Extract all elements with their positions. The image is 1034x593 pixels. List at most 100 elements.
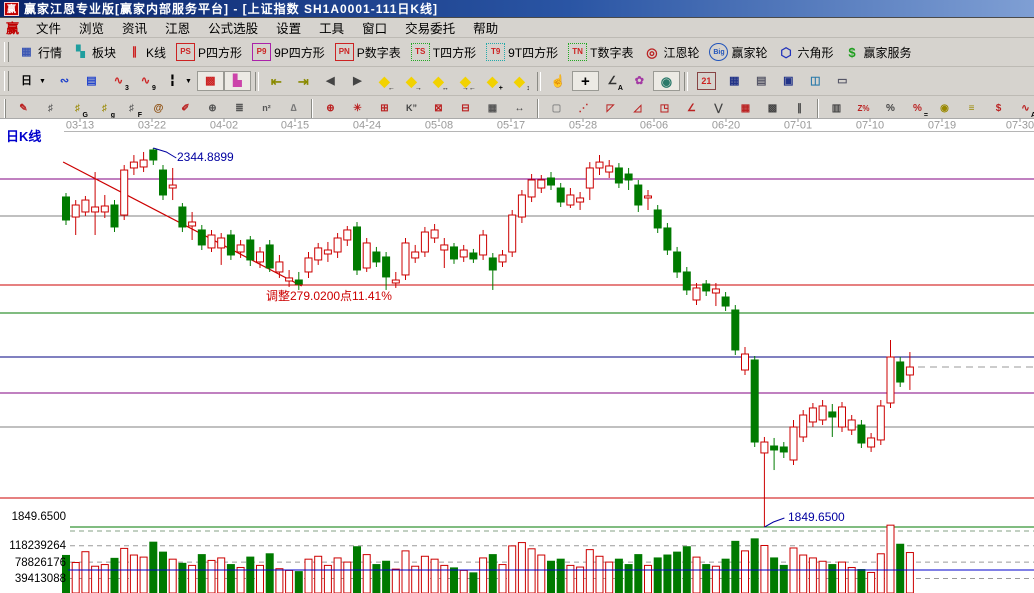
target-tool[interactable]: ⊕ (317, 99, 344, 118)
crosshair-button[interactable]: + (572, 71, 599, 91)
last-bar-button[interactable]: ⇥ (290, 71, 317, 91)
wave-3-button[interactable]: ∿3 (105, 71, 132, 91)
kline-chart-area[interactable]: 03-1303-2204-0204-1504-2405-0805-1705-28… (0, 118, 1034, 593)
first-bar-button[interactable]: ⇤ (263, 71, 290, 91)
volume-bar (557, 559, 564, 593)
shift-left-button[interactable]: ◆← (371, 71, 398, 91)
toolbar-grip[interactable] (4, 42, 9, 62)
k-note-tool[interactable]: K” (398, 99, 425, 118)
menu-item-文件[interactable]: 文件 (27, 17, 70, 38)
zoom-in-h-button[interactable]: ◆→← (452, 71, 479, 91)
indicator-list-button[interactable]: ▤ (78, 71, 105, 91)
menu-item-工具[interactable]: 工具 (310, 17, 353, 38)
calculator-button[interactable]: ▦ (721, 71, 748, 91)
chart-layout-button[interactable]: ∾ (51, 71, 78, 91)
p-number-button[interactable]: PNP数字表 (330, 41, 406, 63)
win-grid-tool[interactable]: ⊟ (452, 99, 479, 118)
toolbar-grip[interactable] (4, 99, 6, 119)
fan-box2-tool[interactable]: ◿ (624, 99, 651, 118)
angle-lines-tool[interactable]: ∠ (678, 99, 705, 118)
percent-tool[interactable]: % (877, 99, 904, 118)
window-title: 赢家江恩专业版[赢家内部服务平台] - [上证指数 SH1A0001-111日K… (24, 0, 438, 17)
gann-flower-button[interactable]: ✿ (626, 71, 653, 91)
fan-lines-tool[interactable]: ⋰ (570, 99, 597, 118)
shift-right-button[interactable]: ◆→ (398, 71, 425, 91)
gold-lines-tool[interactable]: ≡ (958, 99, 985, 118)
spiral-tool[interactable]: @ (145, 99, 172, 118)
box-tool[interactable]: ▢ (543, 99, 570, 118)
period-day-dropdown[interactable]: 日▼ (13, 71, 51, 91)
kline-button[interactable]: ∥K线 (121, 42, 171, 63)
gold-circle-tool[interactable]: ◉ (931, 99, 958, 118)
prev-bar-button[interactable]: ◀ (317, 71, 344, 91)
p-square-button[interactable]: PSP四方形 (171, 41, 247, 63)
v-lines-tool[interactable]: ⋁ (705, 99, 732, 118)
f-grid-tool[interactable]: ♯F (118, 99, 145, 118)
z-percent-tool[interactable]: Z% (850, 99, 877, 118)
bars-tool[interactable]: ≣ (226, 99, 253, 118)
angle-measure-button[interactable]: ∠A (599, 71, 626, 91)
wave-band-icon: ∿A (1017, 101, 1034, 116)
candle-style-dropdown[interactable]: ╏▼ (159, 71, 197, 91)
sectors-button[interactable]: ▚板块 (67, 42, 121, 63)
menu-item-江恩[interactable]: 江恩 (156, 17, 199, 38)
pan-hand-button[interactable]: ☝ (545, 71, 572, 91)
winner-wheel-button[interactable]: Big赢家轮 (704, 41, 772, 63)
n2-tool[interactable]: n² (253, 99, 280, 118)
zoom-out-button[interactable]: ◆+ (479, 71, 506, 91)
toolbar-grip[interactable] (4, 71, 9, 91)
profile-button[interactable]: ▙ (224, 71, 251, 91)
print-button[interactable]: ▭ (829, 71, 856, 91)
gann-grid-tool[interactable]: ♯ (37, 99, 64, 118)
wave-9-button[interactable]: ∿9 (132, 71, 159, 91)
toolbar-separator (255, 72, 259, 91)
menu-item-资讯[interactable]: 资讯 (113, 17, 156, 38)
shen-grid-tool[interactable]: ⊠ (425, 99, 452, 118)
network-button[interactable]: ◫ (802, 71, 829, 91)
t-square-button[interactable]: TST四方形 (406, 41, 481, 63)
menu-item-窗口[interactable]: 窗口 (353, 17, 396, 38)
gold-grid-tool[interactable]: ♯G (64, 99, 91, 118)
gann-wheel-button[interactable]: ◎江恩轮 (638, 42, 704, 63)
web-grid-tool[interactable]: ⊞ (371, 99, 398, 118)
width-arrows-tool[interactable]: ↔ (506, 99, 533, 118)
money-brush-tool[interactable]: $ (985, 99, 1012, 118)
starburst-tool[interactable]: ✳ (344, 99, 371, 118)
volume-bar (751, 539, 758, 593)
fan-box-tool[interactable]: ◸ (597, 99, 624, 118)
dense-grid-tool[interactable]: ▦ (479, 99, 506, 118)
menu-item-帮助[interactable]: 帮助 (464, 17, 507, 38)
next-bar-button[interactable]: ▶ (344, 71, 371, 91)
cycle-circle-tool[interactable]: ⊕ (199, 99, 226, 118)
kline-chart-canvas[interactable]: 03-1303-2204-0204-1504-2405-0805-1705-28… (0, 118, 1034, 593)
parallel-lines-tool[interactable]: ∥ (786, 99, 813, 118)
menu-item-交易委托[interactable]: 交易委托 (396, 17, 464, 38)
mind-button[interactable]: ◉ (653, 71, 680, 91)
t-number-button[interactable]: TNT数字表 (563, 41, 638, 63)
winner-service-button[interactable]: $赢家服务 (839, 42, 917, 63)
save-button[interactable]: ▣ (775, 71, 802, 91)
gold-grid2-tool[interactable]: ♯g (91, 99, 118, 118)
brush-tool[interactable]: ✎ (10, 99, 37, 118)
menu-item-公式选股[interactable]: 公式选股 (199, 17, 267, 38)
hexagon-button[interactable]: ⬡六角形 (773, 42, 839, 63)
stats-tool[interactable]: ▥ (823, 99, 850, 118)
zoom-in-button[interactable]: ◆↕ (506, 71, 533, 91)
stamp-tool[interactable]: ✐ (172, 99, 199, 118)
t9-square-button[interactable]: T99T四方形 (481, 41, 563, 63)
notes-button[interactable]: ▤ (748, 71, 775, 91)
menu-item-设置[interactable]: 设置 (267, 17, 310, 38)
angle-a-tool[interactable]: ∆ (280, 99, 307, 118)
diamond-h-expand-icon: ◆↔ (430, 73, 447, 89)
menu-item-浏览[interactable]: 浏览 (70, 17, 113, 38)
wave-band-tool[interactable]: ∿A (1012, 99, 1034, 118)
calendar-button[interactable]: 21 (692, 70, 721, 92)
percent-line-tool[interactable]: %= (904, 99, 931, 118)
quotes-button[interactable]: ▦行情 (13, 42, 67, 63)
escape-box-tool[interactable]: ◳ (651, 99, 678, 118)
chips-button[interactable]: ▩ (197, 71, 224, 91)
p9-square-button[interactable]: P99P四方形 (247, 41, 330, 63)
dark-grid-box-tool[interactable]: ▩ (759, 99, 786, 118)
zoom-out-h-button[interactable]: ◆↔ (425, 71, 452, 91)
red-grid-box-tool[interactable]: ▦ (732, 99, 759, 118)
